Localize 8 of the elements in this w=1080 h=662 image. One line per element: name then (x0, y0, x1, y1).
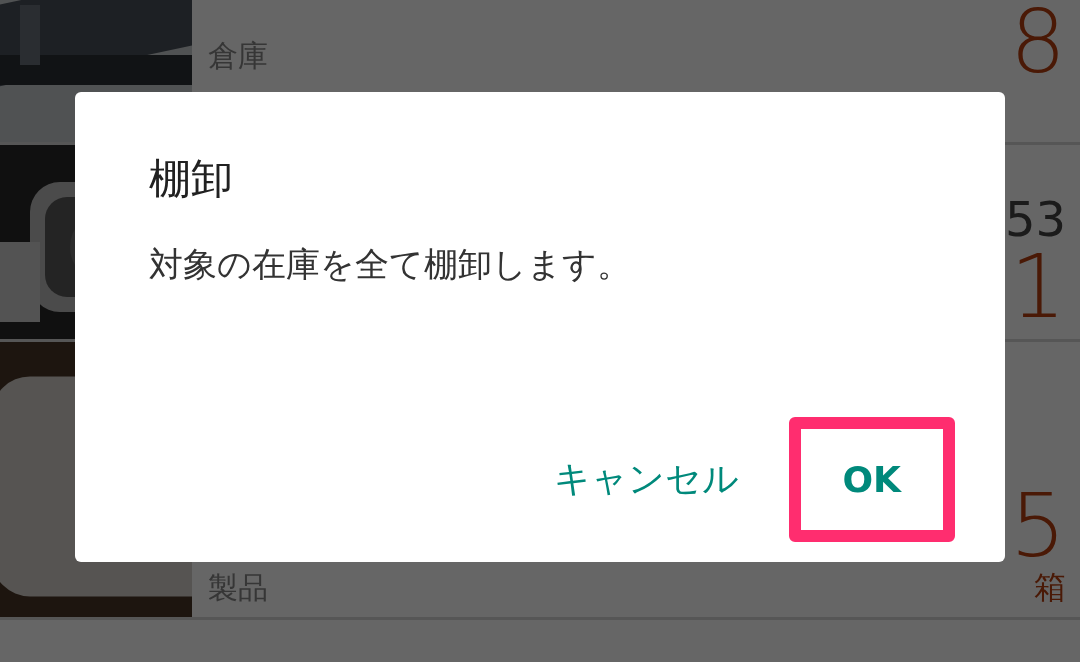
ok-button[interactable]: OK (788, 417, 955, 542)
item-unit: 箱 (1034, 569, 1066, 605)
dialog-title: 棚卸 (149, 154, 233, 205)
item-quantity: 8 (1010, 0, 1066, 86)
dialog-message: 対象の在庫を全て棚卸します。 (149, 244, 631, 286)
item-count: 53 (1004, 195, 1066, 243)
item-quantity: 5 (1010, 481, 1066, 570)
item-quantity: 1 (1010, 243, 1066, 331)
